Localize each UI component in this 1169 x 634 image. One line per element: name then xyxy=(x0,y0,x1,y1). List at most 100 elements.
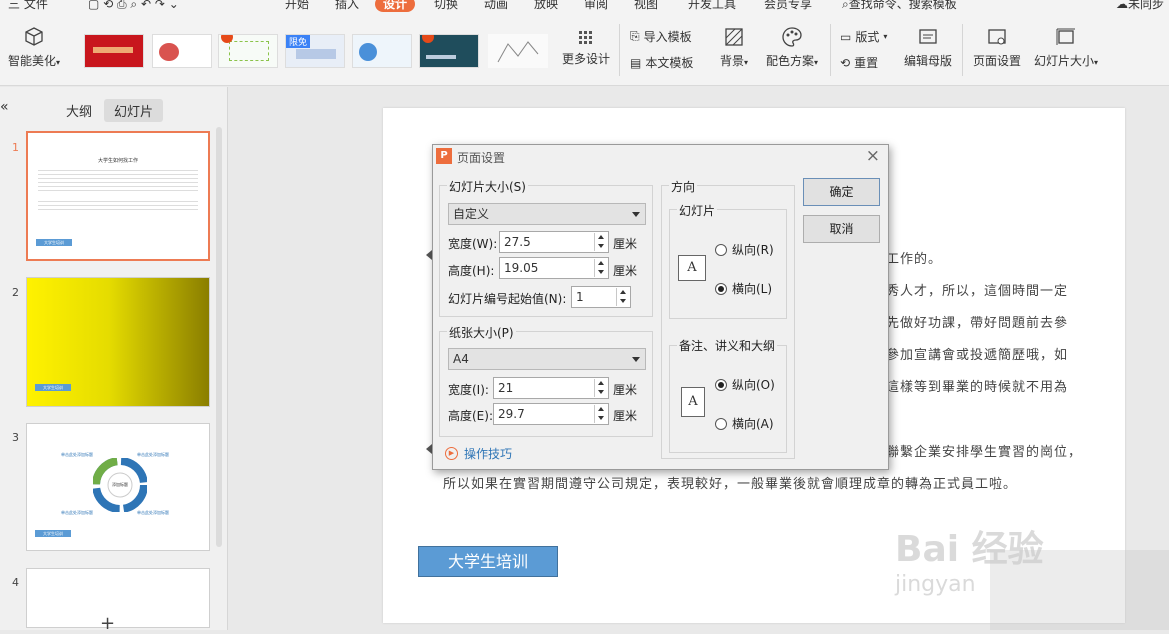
spinner-buttons[interactable] xyxy=(594,405,607,423)
background-button[interactable]: 背景▾ xyxy=(712,26,756,69)
slide-size-button[interactable]: 幻灯片大小▾ xyxy=(1030,26,1102,69)
reset-icon: ⟲ xyxy=(840,55,851,70)
import-template-button[interactable]: ⎘ 导入模板 xyxy=(630,28,692,45)
more-design-button[interactable]: 更多设计 xyxy=(560,30,612,67)
reset-button[interactable]: ⟲ 重置 xyxy=(840,54,878,71)
layout-icon: ▭ xyxy=(840,29,852,44)
tab-outline[interactable]: 大纲 xyxy=(56,99,102,122)
grid-icon xyxy=(579,31,592,44)
training-button[interactable]: 大学生培训 xyxy=(418,546,558,577)
menu-member[interactable]: 会员专享 xyxy=(764,0,812,12)
slide-size-group-label: 幻灯片大小(S) xyxy=(447,178,528,195)
unit-label: 厘米 xyxy=(613,264,638,278)
menu-animation[interactable]: 动画 xyxy=(484,0,508,12)
menu-transition[interactable]: 切换 xyxy=(434,0,458,12)
separator xyxy=(962,24,963,76)
menu-review[interactable]: 审阅 xyxy=(584,0,608,12)
menu-insert[interactable]: 插入 xyxy=(335,0,359,12)
menu-developer[interactable]: 开发工具 xyxy=(688,0,736,12)
file-menu[interactable]: 三 文件 xyxy=(8,0,48,12)
spinner-buttons[interactable] xyxy=(616,288,629,306)
tips-link[interactable]: ▶ 操作技巧 xyxy=(445,445,512,462)
ok-button[interactable]: 确定 xyxy=(803,178,880,206)
paper-size-group-label: 纸张大小(P) xyxy=(447,324,516,341)
notes-landscape-radio[interactable]: 横向(A) xyxy=(715,415,774,432)
menu-slideshow[interactable]: 放映 xyxy=(534,0,558,12)
scrollbar[interactable] xyxy=(216,127,222,547)
height-input[interactable]: 19.05 xyxy=(499,257,609,279)
slide-text-line: 這樣等到畢業的時候就不用為 xyxy=(886,380,1069,395)
master-slide-icon xyxy=(919,29,937,44)
smart-beautify-button[interactable]: 智能美化▾ xyxy=(4,26,64,69)
slide-text-line: 參加宣講會或投遞簡歷哦，如 xyxy=(886,348,1069,363)
slide-text-line: 所以如果在實習期間遵守公司規定，表現較好，一般畢業後就會順理成章的轉為正式員工啦… xyxy=(443,477,1018,492)
template-thumb-2[interactable] xyxy=(152,34,212,68)
ribbon: 智能美化▾ 限免 更多设计 ⎘ 导入模板 ▤ 本文模板 背景▾ 配色方案▾ ▭ … xyxy=(0,14,1169,86)
dialog-titlebar: P 页面设置 × xyxy=(433,145,888,169)
spinner-buttons[interactable] xyxy=(594,233,607,251)
page-setup-icon xyxy=(988,29,1006,45)
search-box[interactable]: ⌕查找命令、搜索模板 xyxy=(842,0,957,12)
slides-landscape-radio[interactable]: 横向(L) xyxy=(715,280,772,297)
menu-design[interactable]: 设计 xyxy=(375,0,416,12)
close-icon[interactable]: × xyxy=(866,146,880,166)
paper-size-select[interactable]: A4 xyxy=(448,348,646,370)
numbering-input[interactable]: 1 xyxy=(571,286,631,308)
template-thumb-1[interactable] xyxy=(84,34,144,68)
add-slide-button[interactable]: + xyxy=(100,613,115,634)
save-icon[interactable]: ▢ ⟲ ⎙ ⌕ ↶ ↷ ⌄ xyxy=(88,0,179,12)
template-thumb-5[interactable] xyxy=(352,34,412,68)
menu-home[interactable]: 开始 xyxy=(285,0,309,12)
orientation-group-label: 方向 xyxy=(669,178,698,195)
spinner-buttons[interactable] xyxy=(594,259,607,277)
palette-icon xyxy=(782,27,802,47)
slide-thumbnail-4[interactable] xyxy=(26,568,210,628)
unit-label: 厘米 xyxy=(613,383,638,397)
slide-panel: « 大纲 幻灯片 1 大学生如何找工作 大学生培训 2 大学生培训 3 单击此处… xyxy=(0,87,228,634)
portrait-page-icon: A xyxy=(681,387,705,417)
cube-icon xyxy=(25,27,43,46)
slide-thumbnail-2[interactable]: 大学生培训 xyxy=(26,277,210,407)
landscape-page-icon: A xyxy=(678,255,706,281)
import-icon: ⎘ xyxy=(630,29,640,43)
thumb-title: 大学生如何找工作 xyxy=(97,158,138,164)
slide-thumbnail-1[interactable]: 大学生如何找工作 大学生培训 xyxy=(26,131,210,261)
paper-width-label: 宽度(I): xyxy=(448,383,489,397)
slides-portrait-radio[interactable]: 纵向(R) xyxy=(715,241,774,258)
slide-size-select[interactable]: 自定义 xyxy=(448,203,646,225)
chevron-down-icon xyxy=(632,212,640,217)
thumb-button: 大学生培训 xyxy=(36,239,72,246)
page-setup-button[interactable]: 页面设置 xyxy=(970,26,1024,69)
notes-portrait-radio[interactable]: 纵向(O) xyxy=(715,376,775,393)
wps-presentation-icon: P xyxy=(436,148,452,164)
paper-height-label: 高度(E): xyxy=(448,409,493,423)
menu-view[interactable]: 视图 xyxy=(634,0,658,12)
separator xyxy=(830,24,831,76)
slide-number: 1 xyxy=(12,141,19,154)
unit-label: 厘米 xyxy=(613,409,638,423)
collapse-panel-button[interactable]: « xyxy=(0,99,9,115)
slide-size-icon xyxy=(1056,28,1075,45)
slide-text-line: 聯繫企業安排學生實習的崗位， xyxy=(886,445,1083,460)
color-scheme-button[interactable]: 配色方案▾ xyxy=(760,26,824,69)
width-input[interactable]: 27.5 xyxy=(499,231,609,253)
text-template-button[interactable]: ▤ 本文模板 xyxy=(630,54,693,71)
panel-tabs: « 大纲 幻灯片 xyxy=(0,97,228,122)
paper-width-input[interactable]: 21 xyxy=(493,377,609,399)
template-thumb-3[interactable] xyxy=(218,34,278,68)
sync-status[interactable]: ☁未同步 xyxy=(1116,0,1164,12)
notes-orientation-label: 备注、讲义和大纲 xyxy=(677,337,778,354)
tab-slides[interactable]: 幻灯片 xyxy=(104,99,164,122)
slide-thumbnail-3[interactable]: 单击此处添加标题 单击此处添加标题 单击此处添加标题 单击此处添加标题 添加标题… xyxy=(26,423,210,551)
template-thumb-4[interactable]: 限免 xyxy=(285,34,345,68)
numbering-label: 幻灯片编号起始值(N): xyxy=(448,292,567,306)
document-icon: ▤ xyxy=(630,55,642,70)
edit-master-button[interactable]: 编辑母版 xyxy=(902,26,954,69)
cancel-button[interactable]: 取消 xyxy=(803,215,880,243)
spinner-buttons[interactable] xyxy=(594,379,607,397)
template-thumb-6[interactable] xyxy=(419,34,479,68)
layout-button[interactable]: ▭ 版式 ▾ xyxy=(840,28,887,45)
paper-height-input[interactable]: 29.7 xyxy=(493,403,609,425)
template-thumb-7[interactable] xyxy=(488,34,548,68)
slide-text-line: 工作的。 xyxy=(886,252,943,267)
